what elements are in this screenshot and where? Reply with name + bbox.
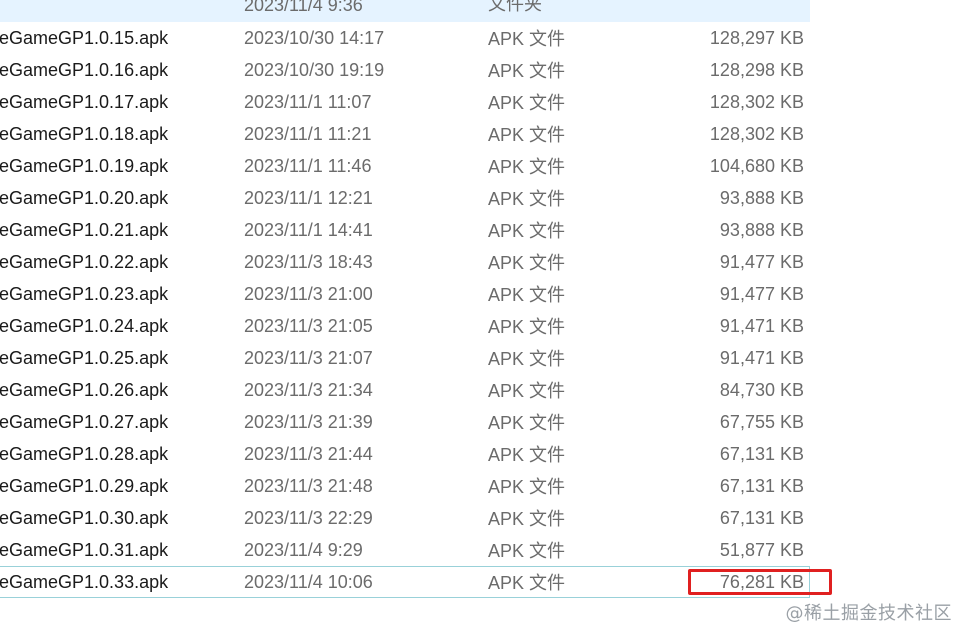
file-name: eGameGP1.0.21.apk <box>0 219 169 240</box>
file-type: APK 文件 <box>488 573 566 593</box>
file-name: eGameGP1.0.18.apk <box>0 123 169 144</box>
file-row[interactable]: eGameGP1.0.31.apk 2023/11/4 9:29 APK 文件 … <box>0 534 810 566</box>
file-type: APK 文件 <box>488 541 566 561</box>
file-name: eGameGP1.0.16.apk <box>0 59 169 80</box>
file-type: APK 文件 <box>488 381 566 401</box>
file-type: APK 文件 <box>488 317 566 337</box>
file-name: eGameGP1.0.26.apk <box>0 379 169 400</box>
file-date: 2023/11/3 18:43 <box>244 251 373 272</box>
file-name: eGameGP1.0.25.apk <box>0 347 169 368</box>
file-size: 84,730 KB <box>719 379 804 400</box>
file-type: APK 文件 <box>488 445 566 465</box>
file-name: eGameGP1.0.19.apk <box>0 155 169 176</box>
file-date: 2023/10/30 14:17 <box>244 27 385 48</box>
file-row[interactable]: eGameGP1.0.26.apk 2023/11/3 21:34 APK 文件… <box>0 374 810 406</box>
file-row[interactable]: eGameGP1.0.23.apk 2023/11/3 21:00 APK 文件… <box>0 278 810 310</box>
file-date: 2023/10/30 19:19 <box>244 59 385 80</box>
file-date: 2023/11/3 21:05 <box>244 315 373 336</box>
file-type: APK 文件 <box>488 349 566 369</box>
file-size <box>640 0 804 22</box>
file-row[interactable]: eGameGP1.0.25.apk 2023/11/3 21:07 APK 文件… <box>0 342 810 374</box>
file-type: APK 文件 <box>488 253 566 273</box>
file-name: eGameGP1.0.17.apk <box>0 91 169 112</box>
file-size: 67,755 KB <box>719 411 804 432</box>
file-date: 2023/11/1 11:21 <box>244 123 372 144</box>
file-name: eGameGP1.0.31.apk <box>0 539 169 560</box>
file-type: APK 文件 <box>488 285 566 305</box>
file-size: 91,477 KB <box>719 251 804 272</box>
file-size: 93,888 KB <box>719 187 804 208</box>
file-type: APK 文件 <box>488 29 566 49</box>
file-row[interactable]: eGameGP1.0.18.apk 2023/11/1 11:21 APK 文件… <box>0 118 810 150</box>
file-row[interactable]: eGameGP1.0.20.apk 2023/11/1 12:21 APK 文件… <box>0 182 810 214</box>
file-date: 2023/11/3 21:00 <box>244 283 373 304</box>
file-date: 2023/11/1 11:07 <box>244 91 372 112</box>
file-type: APK 文件 <box>488 61 566 81</box>
file-size: 128,302 KB <box>709 123 804 144</box>
file-row[interactable]: eGameGP1.0.16.apk 2023/10/30 19:19 APK 文… <box>0 54 810 86</box>
file-date: 2023/11/3 21:39 <box>244 411 373 432</box>
file-row[interactable]: eGameGP1.0.27.apk 2023/11/3 21:39 APK 文件… <box>0 406 810 438</box>
file-row[interactable]: eGameGP1.0.17.apk 2023/11/1 11:07 APK 文件… <box>0 86 810 118</box>
file-size: 67,131 KB <box>719 475 804 496</box>
file-type: APK 文件 <box>488 189 566 209</box>
file-date: 2023/11/3 21:44 <box>244 443 373 464</box>
file-type: 文件夹 <box>488 0 542 14</box>
file-name: eGameGP1.0.33.apk <box>0 571 169 592</box>
file-row[interactable]: eGameGP1.0.15.apk 2023/10/30 14:17 APK 文… <box>0 22 810 54</box>
file-type: APK 文件 <box>488 93 566 113</box>
file-size: 104,680 KB <box>709 155 804 176</box>
file-size: 67,131 KB <box>719 507 804 528</box>
file-date: 2023/11/3 21:34 <box>244 379 373 400</box>
file-size: 91,471 KB <box>719 347 804 368</box>
watermark: @稀土掘金技术社区 <box>785 603 952 624</box>
file-size: 93,888 KB <box>719 219 804 240</box>
file-date: 2023/11/4 10:06 <box>244 571 373 592</box>
file-row[interactable]: eGameGP1.0.24.apk 2023/11/3 21:05 APK 文件… <box>0 310 810 342</box>
size-highlight-box <box>688 569 832 595</box>
file-type: APK 文件 <box>488 221 566 241</box>
file-row[interactable]: eGameGP1.0.21.apk 2023/11/1 14:41 APK 文件… <box>0 214 810 246</box>
file-size: 51,877 KB <box>719 539 804 560</box>
file-date: 2023/11/3 22:29 <box>244 507 373 528</box>
file-size: 91,477 KB <box>719 283 804 304</box>
file-row[interactable]: eGameGP1.0.30.apk 2023/11/3 22:29 APK 文件… <box>0 502 810 534</box>
file-list: 2023/11/4 9:36 文件夹 eGameGP1.0.15.apk 202… <box>0 0 960 626</box>
file-size: 91,471 KB <box>719 315 804 336</box>
file-size: 67,131 KB <box>719 443 804 464</box>
file-name: eGameGP1.0.23.apk <box>0 283 169 304</box>
file-name: eGameGP1.0.29.apk <box>0 475 169 496</box>
file-size: 128,298 KB <box>709 59 804 80</box>
file-name <box>0 0 229 22</box>
file-type: APK 文件 <box>488 157 566 177</box>
file-row[interactable]: eGameGP1.0.28.apk 2023/11/3 21:44 APK 文件… <box>0 438 810 470</box>
file-name: eGameGP1.0.28.apk <box>0 443 169 464</box>
file-date: 2023/11/3 21:07 <box>244 347 373 368</box>
file-type: APK 文件 <box>488 477 566 497</box>
file-date: 2023/11/1 14:41 <box>244 219 373 240</box>
file-name: eGameGP1.0.15.apk <box>0 27 169 48</box>
file-row[interactable]: eGameGP1.0.22.apk 2023/11/3 18:43 APK 文件… <box>0 246 810 278</box>
file-date: 2023/11/3 21:48 <box>244 475 373 496</box>
file-date: 2023/11/4 9:29 <box>244 539 363 560</box>
file-name: eGameGP1.0.30.apk <box>0 507 169 528</box>
file-type: APK 文件 <box>488 509 566 529</box>
file-row[interactable]: eGameGP1.0.19.apk 2023/11/1 11:46 APK 文件… <box>0 150 810 182</box>
file-name: eGameGP1.0.20.apk <box>0 187 169 208</box>
file-date: 2023/11/1 11:46 <box>244 155 372 176</box>
file-size: 128,302 KB <box>709 91 804 112</box>
file-size: 128,297 KB <box>709 27 804 48</box>
file-type: APK 文件 <box>488 413 566 433</box>
file-name: eGameGP1.0.27.apk <box>0 411 169 432</box>
file-type: APK 文件 <box>488 125 566 145</box>
file-row[interactable]: eGameGP1.0.29.apk 2023/11/3 21:48 APK 文件… <box>0 470 810 502</box>
file-name: eGameGP1.0.22.apk <box>0 251 169 272</box>
file-name: eGameGP1.0.24.apk <box>0 315 169 336</box>
folder-row[interactable]: 2023/11/4 9:36 文件夹 <box>0 0 810 22</box>
file-date: 2023/11/4 9:36 <box>244 0 363 15</box>
file-date: 2023/11/1 12:21 <box>244 187 373 208</box>
